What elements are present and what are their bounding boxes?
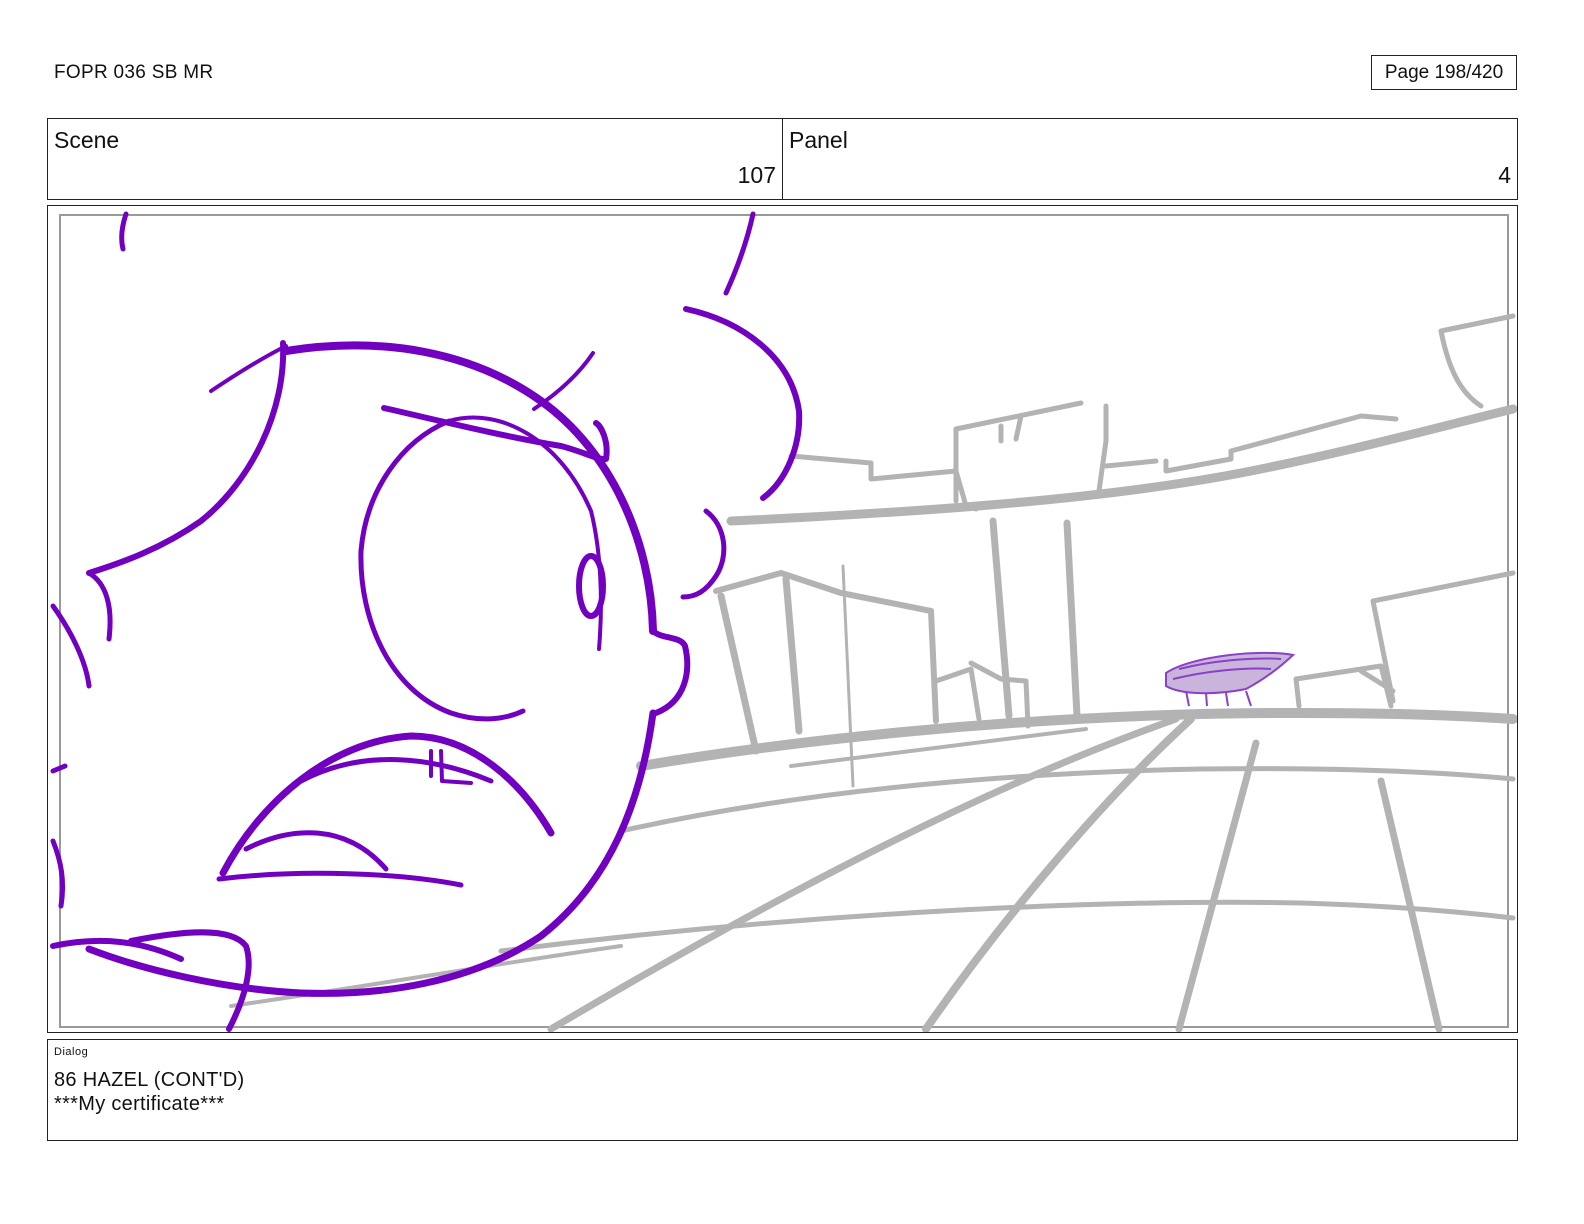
background-sketch <box>229 313 1517 1032</box>
dialog-line-speaker: 86 HAZEL (CONT'D) <box>54 1069 245 1091</box>
page-number-badge: Page 198/420 <box>1371 55 1517 90</box>
dialog-line-text: ***My certificate*** <box>54 1093 225 1115</box>
dialog-box: Dialog 86 HAZEL (CONT'D) ***My certifica… <box>47 1039 1518 1141</box>
scene-label: Scene <box>54 127 120 153</box>
document-title: FOPR 036 SB MR <box>54 62 214 83</box>
panel-cell: Panel 4 <box>782 119 1517 199</box>
scene-panel-info: Scene 107 Panel 4 <box>47 118 1518 200</box>
distant-character-sketch <box>1165 651 1296 707</box>
panel-label: Panel <box>789 127 848 153</box>
dialog-label: Dialog <box>54 1046 89 1058</box>
storyboard-drawing <box>50 211 1517 1032</box>
panel-number: 4 <box>1498 162 1511 188</box>
character-face-sketch <box>50 211 803 1032</box>
dialog-text: 86 HAZEL (CONT'D) ***My certificate*** <box>54 1068 244 1116</box>
scene-number: 107 <box>737 162 776 188</box>
storyboard-panel-frame <box>47 205 1518 1033</box>
scene-cell: Scene 107 <box>48 119 782 199</box>
